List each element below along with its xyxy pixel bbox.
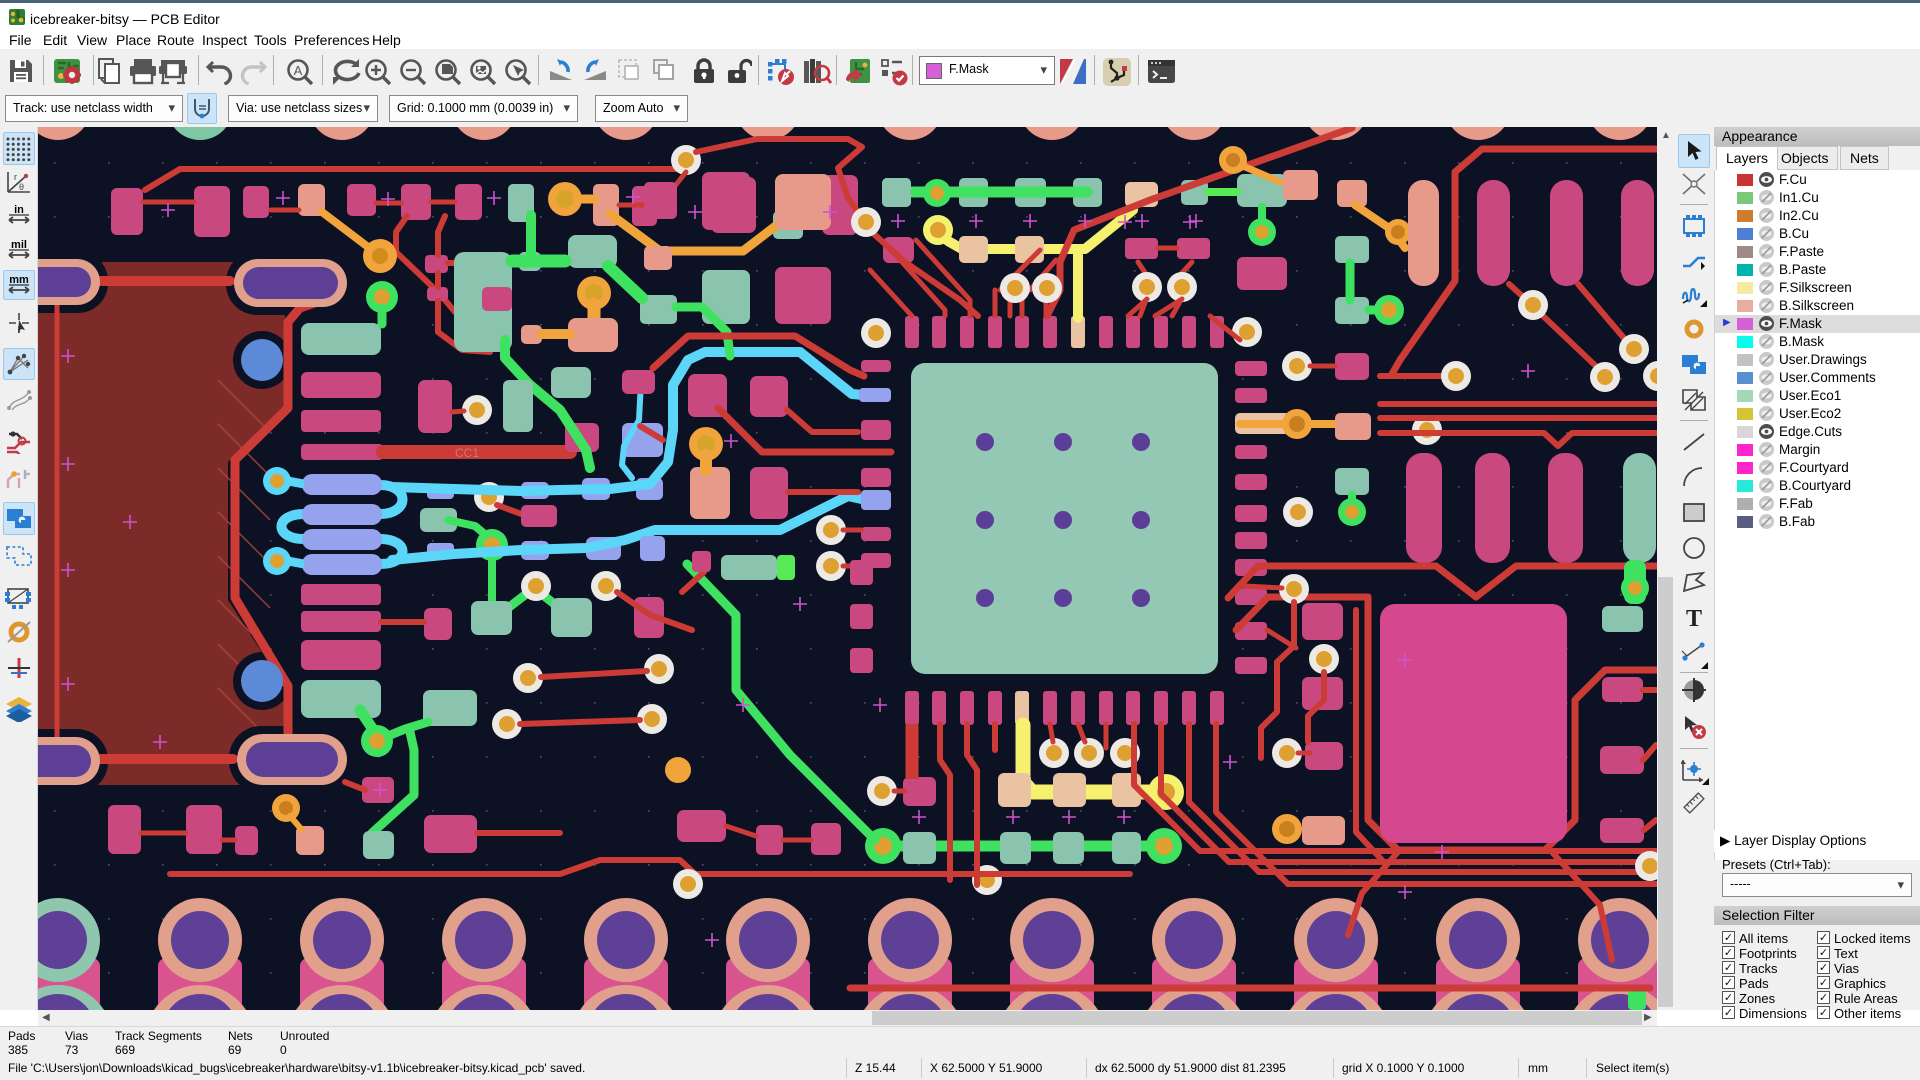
svg-text:mm: mm	[9, 274, 29, 286]
svg-text:in: in	[14, 204, 24, 216]
svg-text:θ: θ	[19, 182, 24, 192]
svg-text:r: r	[14, 172, 17, 182]
svg-text:A: A	[294, 63, 303, 78]
svg-text:mil: mil	[11, 239, 27, 251]
svg-text:T: T	[1686, 606, 1702, 630]
svg-text:CC1: CC1	[455, 446, 479, 460]
